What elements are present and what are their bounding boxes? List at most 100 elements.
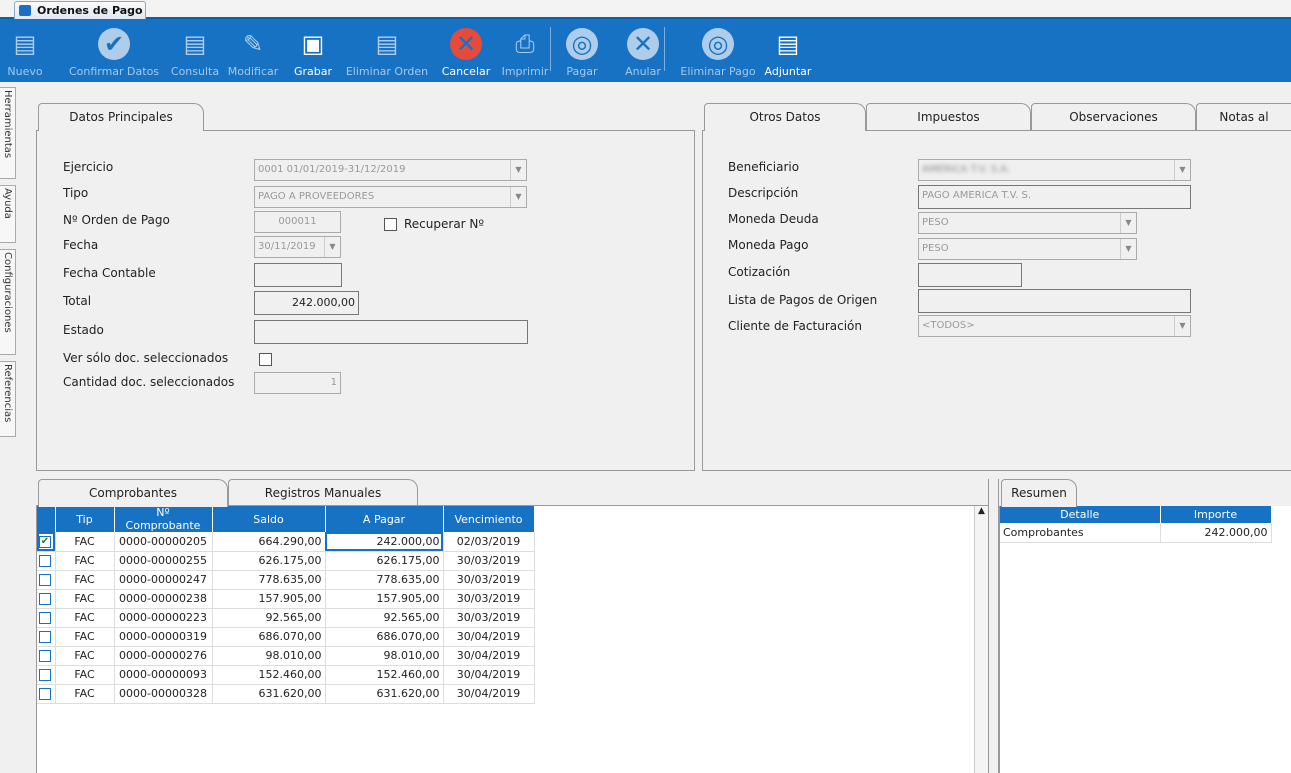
descripcion-field[interactable]: PAGO AMERICA T.V. S. [918, 185, 1191, 209]
col-importe[interactable]: Importe [1160, 506, 1272, 523]
tab-observaciones[interactable]: Observaciones [1031, 103, 1196, 130]
recuperar-checkbox[interactable] [384, 218, 397, 231]
row-select-cell[interactable] [37, 608, 56, 628]
tab-datos-principales[interactable]: Datos Principales [38, 103, 204, 131]
moneda-deuda-select[interactable]: PESO ▼ [918, 212, 1137, 234]
table-row[interactable]: FAC 0000-00000223 92.565,00 92.565,00 30/03/… [37, 608, 535, 628]
attach-icon: ▤ [776, 30, 800, 58]
eliminar-orden-button[interactable]: ▤ Eliminar Orden [342, 19, 432, 82]
nro-orden-field[interactable]: 000011 [254, 211, 341, 233]
row-select-cell[interactable] [37, 684, 56, 704]
modificar-button[interactable]: ✎ Modificar [224, 19, 282, 82]
nuevo-button[interactable]: ▤ Nuevo [0, 19, 50, 82]
tab-comprobantes[interactable]: Comprobantes [38, 479, 228, 507]
table-row[interactable]: FAC 0000-00000328 631.620,00 631.620,00 30/0… [37, 684, 535, 704]
row-checkbox[interactable] [39, 688, 51, 700]
row-checkbox[interactable] [39, 574, 51, 586]
col-header[interactable]: Saldo [212, 506, 326, 532]
tab-registros-manuales[interactable]: Registros Manuales [228, 479, 418, 506]
tipo-select[interactable]: PAGO A PROVEEDORES ▼ [254, 186, 527, 208]
lista-pagos-field[interactable] [918, 289, 1191, 313]
row-checkbox[interactable] [39, 593, 51, 605]
row-select-cell[interactable] [37, 551, 56, 571]
row-select-cell[interactable] [37, 627, 56, 647]
apagar-cell[interactable]: 98.010,00 [325, 646, 444, 666]
tab-ordenes-de-pago[interactable]: Ordenes de Pago [14, 1, 146, 19]
tip-cell: FAC [55, 665, 115, 685]
row-select-cell[interactable] [37, 646, 56, 666]
cotizacion-field[interactable] [918, 263, 1022, 287]
adjuntar-button[interactable]: ▤ Adjuntar [760, 19, 816, 82]
eliminar-pago-button[interactable]: ◎ Eliminar Pago [678, 19, 758, 82]
tab-otros-datos[interactable]: Otros Datos [704, 103, 866, 131]
row-checkbox[interactable] [39, 669, 51, 681]
splitter[interactable] [988, 479, 999, 773]
table-row[interactable]: FAC 0000-00000247 778.635,00 778.635,00 30/0… [37, 570, 535, 590]
nro-cell: 0000-00000319 [114, 627, 213, 647]
apagar-cell[interactable]: 92.565,00 [325, 608, 444, 628]
row-checkbox[interactable]: ✔ [39, 535, 51, 548]
tab-impuestos[interactable]: Impuestos [866, 103, 1031, 130]
nro-cell: 0000-00000255 [114, 551, 213, 571]
apagar-cell[interactable]: 686.070,00 [325, 627, 444, 647]
table-row[interactable]: FAC 0000-00000276 98.010,00 98.010,00 30/04/… [37, 646, 535, 666]
table-row[interactable]: FAC 0000-00000319 686.070,00 686.070,00 30/0… [37, 627, 535, 647]
row-select-cell[interactable] [37, 570, 56, 590]
col-detalle[interactable]: Detalle [1000, 506, 1161, 523]
grabar-button[interactable]: ▣ Grabar [284, 19, 342, 82]
moneda-pago-select[interactable]: PESO ▼ [918, 238, 1137, 260]
col-select[interactable] [37, 506, 56, 532]
cancelar-button[interactable]: ✕ Cancelar [438, 19, 494, 82]
table-row[interactable]: FAC 0000-00000238 157.905,00 157.905,00 30/0… [37, 589, 535, 609]
side-tab-ayuda[interactable]: Ayuda [0, 185, 16, 243]
table-row[interactable]: ✔ FAC 0000-00000205 664.290,00 242.000,00 02/… [37, 532, 535, 552]
venc-cell: 30/04/2019 [443, 665, 535, 685]
total-field[interactable]: 242.000,00 [254, 291, 359, 315]
col-header[interactable]: Vencimiento [443, 506, 535, 532]
chevron-down-icon: ▼ [1174, 316, 1190, 336]
table-row[interactable]: Comprobantes 242.000,00 [1000, 523, 1272, 543]
apagar-cell[interactable]: 626.175,00 [325, 551, 444, 571]
row-checkbox[interactable] [39, 555, 51, 567]
cantidad-field[interactable]: 1 [254, 372, 341, 394]
tab-notas-al[interactable]: Notas al [1196, 103, 1291, 130]
beneficiario-select[interactable]: AMERICA T.V. S.A. ▼ [918, 159, 1191, 181]
table-row[interactable]: FAC 0000-00000093 152.460,00 152.460,00 30/0… [37, 665, 535, 685]
side-tab-herramientas[interactable]: Herramientas [0, 87, 16, 179]
saldo-cell: 664.290,00 [212, 532, 326, 552]
consulta-button[interactable]: ▤ Consulta [166, 19, 224, 82]
col-header[interactable]: Tip [55, 506, 115, 532]
anular-button[interactable]: ✕ Anular [620, 19, 666, 82]
venc-cell: 30/04/2019 [443, 627, 535, 647]
ejercicio-select[interactable]: 0001 01/01/2019-31/12/2019 ▼ [254, 159, 527, 181]
grid-scrollbar[interactable]: ▲ [974, 506, 988, 773]
pagar-button[interactable]: ◎ Pagar [560, 19, 604, 82]
cliente-facturacion-select[interactable]: <TODOS> ▼ [918, 315, 1191, 337]
row-checkbox[interactable] [39, 612, 51, 624]
side-tab-configuraciones[interactable]: Configuraciones [0, 249, 16, 355]
side-tab-referencias[interactable]: Referencias [0, 361, 16, 437]
scroll-up-icon[interactable]: ▲ [975, 506, 988, 516]
imprimir-button[interactable]: ⎙ Imprimir [496, 19, 554, 82]
row-select-cell[interactable]: ✔ [37, 532, 56, 552]
print-icon: ⎙ [515, 30, 535, 58]
apagar-cell[interactable]: 157.905,00 [325, 589, 444, 609]
row-checkbox[interactable] [39, 650, 51, 662]
side-tab-label: Configuraciones [2, 252, 13, 333]
fecha-contable-field[interactable] [254, 263, 342, 287]
row-checkbox[interactable] [39, 631, 51, 643]
row-select-cell[interactable] [37, 589, 56, 609]
tab-resumen[interactable]: Resumen [1001, 479, 1077, 507]
apagar-cell[interactable]: 631.620,00 [325, 684, 444, 704]
apagar-cell[interactable]: 152.460,00 [325, 665, 444, 685]
col-header[interactable]: A Pagar [325, 506, 444, 532]
col-header[interactable]: Nº Comprobante [114, 506, 213, 532]
apagar-cell[interactable]: 242.000,00 [325, 532, 444, 552]
fecha-picker[interactable]: 30/11/2019 ▼ [254, 236, 341, 258]
estado-field[interactable] [254, 320, 528, 344]
row-select-cell[interactable] [37, 665, 56, 685]
apagar-cell[interactable]: 778.635,00 [325, 570, 444, 590]
ver-solo-checkbox[interactable] [259, 353, 272, 366]
table-row[interactable]: FAC 0000-00000255 626.175,00 626.175,00 30/0… [37, 551, 535, 571]
confirmar-datos-button[interactable]: ✔ Confirmar Datos [64, 19, 164, 82]
